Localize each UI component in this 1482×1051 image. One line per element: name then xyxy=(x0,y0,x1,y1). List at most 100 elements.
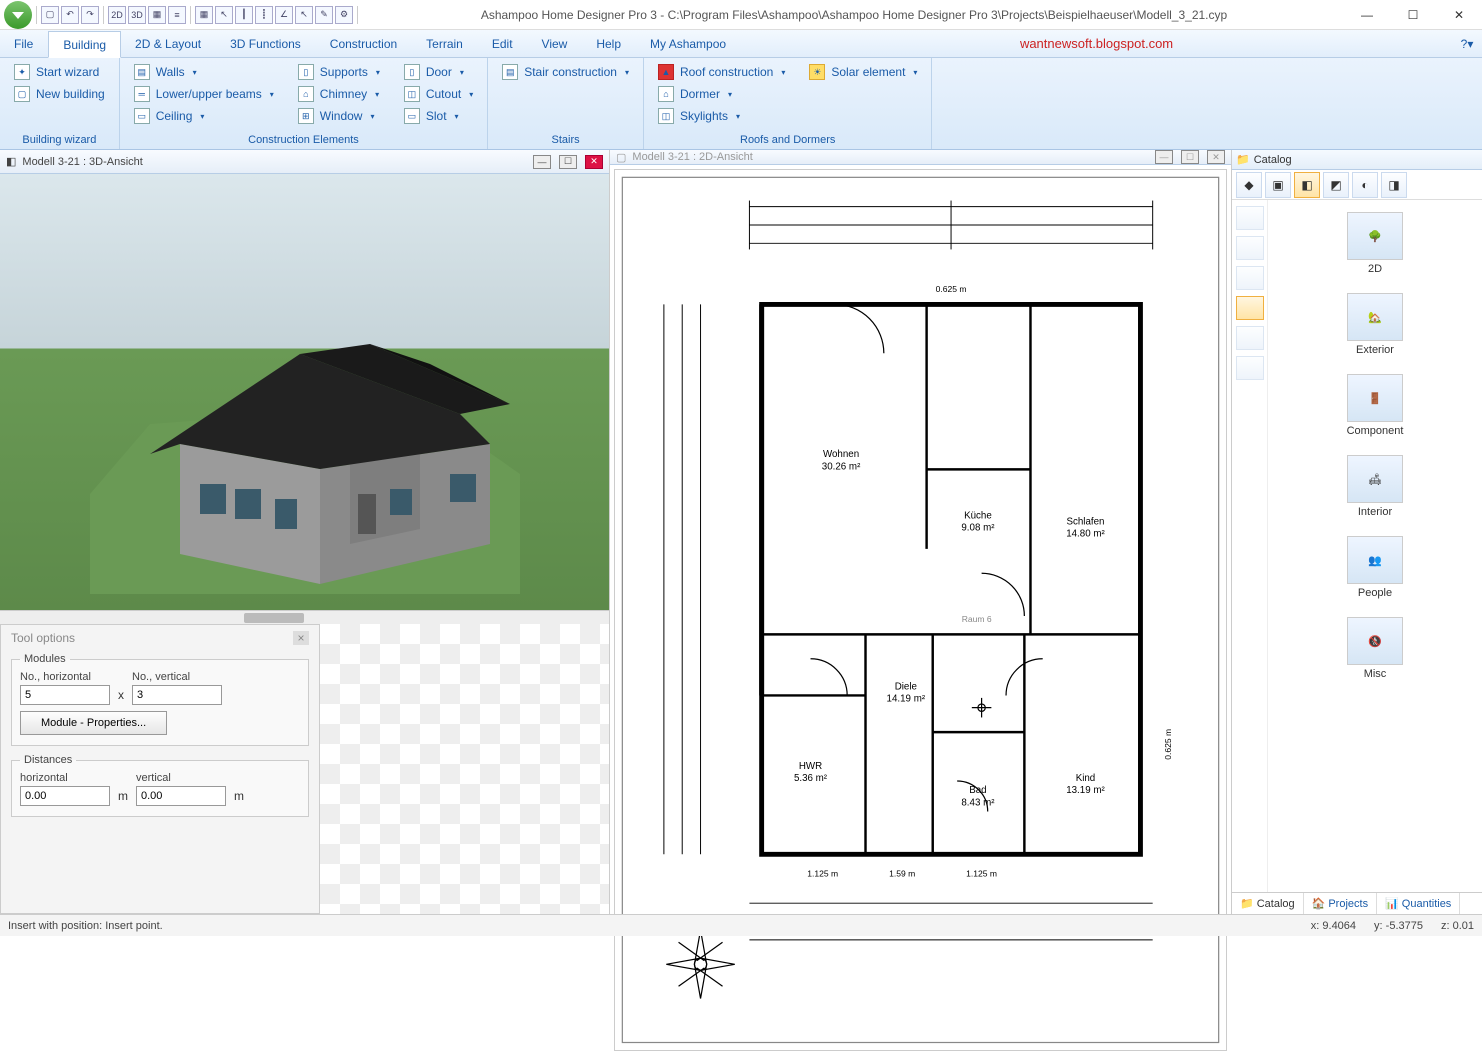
svg-text:1.59 m: 1.59 m xyxy=(889,868,915,878)
catalog-item-2d[interactable]: 🌳2D xyxy=(1347,212,1403,275)
status-bar: Insert with position: Insert point. x: 9… xyxy=(0,914,1482,936)
svg-text:8.43 m²: 8.43 m² xyxy=(961,797,995,808)
tool-options-area: Tool options × Modules No., horizontal x… xyxy=(0,624,609,914)
solar-element-button[interactable]: ☀Solar element▾ xyxy=(805,62,921,82)
close-button[interactable]: ✕ xyxy=(1436,0,1482,30)
tab-file[interactable]: File xyxy=(0,30,48,57)
new-icon[interactable]: ▢ xyxy=(41,6,59,24)
undo-icon[interactable]: ↶ xyxy=(61,6,79,24)
maximize-button[interactable]: ☐ xyxy=(1390,0,1436,30)
roof-construction-button[interactable]: ▲Roof construction▾ xyxy=(654,62,789,82)
chimney-button[interactable]: ⌂Chimney▾ xyxy=(294,84,384,104)
window-button[interactable]: ⊞Window▾ xyxy=(294,106,384,126)
tab-terrain[interactable]: Terrain xyxy=(412,30,478,57)
ruler2-icon[interactable]: ┋ xyxy=(255,6,273,24)
view-3d-canvas[interactable] xyxy=(0,174,609,610)
horizontal-label: horizontal xyxy=(20,772,128,784)
angle-icon[interactable]: ∠ xyxy=(275,6,293,24)
window-title: Ashampoo Home Designer Pro 3 - C:\Progra… xyxy=(364,8,1344,22)
catalog-cat-3[interactable] xyxy=(1236,266,1264,290)
module-properties-button[interactable]: Module - Properties... xyxy=(20,711,167,735)
catalog-cat-1[interactable] xyxy=(1236,206,1264,230)
app-menu-button[interactable] xyxy=(4,1,32,29)
ribbon-group-stairs: ▤Stair construction▾ Stairs xyxy=(488,58,644,149)
start-wizard-button[interactable]: ✦Start wizard xyxy=(10,62,109,82)
catalog-tool-5[interactable]: ◐ xyxy=(1352,172,1378,198)
tab-help[interactable]: Help xyxy=(582,30,636,57)
view-3d-icon[interactable]: 3D xyxy=(128,6,146,24)
help-icon[interactable]: ?▾ xyxy=(1452,30,1482,57)
snap-icon[interactable]: ▦ xyxy=(195,6,213,24)
catalog-body: 🌳2D 🏡Exterior 🚪Component 🛋Interior 👥Peop… xyxy=(1232,200,1482,892)
supports-button[interactable]: ▯Supports▾ xyxy=(294,62,384,82)
catalog-cat-6[interactable] xyxy=(1236,356,1264,380)
catalog-tool-2[interactable]: ▣ xyxy=(1265,172,1291,198)
tool-options-close-button[interactable]: × xyxy=(293,631,309,645)
new-building-button[interactable]: ▢New building xyxy=(10,84,109,104)
no-vertical-input[interactable] xyxy=(132,685,222,705)
catalog-tool-4[interactable]: ◩ xyxy=(1323,172,1349,198)
pointer2-icon[interactable]: ↖ xyxy=(295,6,313,24)
catalog-item-exterior[interactable]: 🏡Exterior xyxy=(1347,293,1403,356)
ceiling-button[interactable]: ▭Ceiling▾ xyxy=(130,106,278,126)
catalog-tool-6[interactable]: ◨ xyxy=(1381,172,1407,198)
tab-3d-functions[interactable]: 3D Functions xyxy=(216,30,316,57)
status-y: y: -5.3775 xyxy=(1374,920,1423,932)
catalog-item-misc[interactable]: 🚷Misc xyxy=(1347,617,1403,680)
catalog-tab-projects[interactable]: 🏠Projects xyxy=(1304,893,1377,914)
catalog-cat-5[interactable] xyxy=(1236,326,1264,350)
redo-icon[interactable]: ↷ xyxy=(81,6,99,24)
child-minimize-button[interactable]: — xyxy=(1155,150,1173,164)
cutout-button[interactable]: ◫Cutout▾ xyxy=(400,84,477,104)
svg-text:13.19 m²: 13.19 m² xyxy=(1066,785,1105,796)
catalog-item-people[interactable]: 👥People xyxy=(1347,536,1403,599)
ribbon-group-roofs-dormers: ▲Roof construction▾ ⌂Dormer▾ ◫Skylights▾… xyxy=(644,58,932,149)
tab-view[interactable]: View xyxy=(528,30,583,57)
settings-icon[interactable]: ⚙ xyxy=(335,6,353,24)
child-maximize-button[interactable]: ☐ xyxy=(1181,150,1199,164)
catalog-item-component[interactable]: 🚪Component xyxy=(1347,374,1404,437)
catalog-tab-quantities[interactable]: 📊Quantities xyxy=(1377,893,1460,914)
child-close-button[interactable]: ✕ xyxy=(1207,150,1225,164)
tab-my-ashampoo[interactable]: My Ashampoo xyxy=(636,30,741,57)
tab-2d-layout[interactable]: 2D & Layout xyxy=(121,30,216,57)
grid-icon[interactable]: ▦ xyxy=(148,6,166,24)
dormer-button[interactable]: ⌂Dormer▾ xyxy=(654,84,789,104)
catalog-tab-catalog[interactable]: 📁Catalog xyxy=(1232,893,1304,914)
tab-construction[interactable]: Construction xyxy=(316,30,412,57)
catalog-item-interior[interactable]: 🛋Interior xyxy=(1347,455,1403,518)
horizontal-scrollbar[interactable] xyxy=(0,610,609,624)
ribbon-group-construction-elements: ▤Walls▾ ═Lower/upper beams▾ ▭Ceiling▾ ▯S… xyxy=(120,58,489,149)
view-3d-icon: ◧ xyxy=(6,155,16,168)
child-maximize-button[interactable]: ☐ xyxy=(559,155,577,169)
modules-fieldset: Modules No., horizontal x No., vertical … xyxy=(11,653,309,746)
horizontal-input[interactable] xyxy=(20,786,110,806)
paint-icon[interactable]: ✎ xyxy=(315,6,333,24)
svg-text:1.125 m: 1.125 m xyxy=(966,868,997,878)
view-2d-icon[interactable]: 2D xyxy=(108,6,126,24)
tab-edit[interactable]: Edit xyxy=(478,30,528,57)
catalog-cat-2[interactable] xyxy=(1236,236,1264,260)
door-button[interactable]: ▯Door▾ xyxy=(400,62,477,82)
skylights-button[interactable]: ◫Skylights▾ xyxy=(654,106,789,126)
walls-button[interactable]: ▤Walls▾ xyxy=(130,62,278,82)
child-minimize-button[interactable]: — xyxy=(533,155,551,169)
house-3d xyxy=(90,294,520,594)
pointer-icon[interactable]: ↖ xyxy=(215,6,233,24)
ruler-icon[interactable]: ┃ xyxy=(235,6,253,24)
catalog-cat-4[interactable] xyxy=(1236,296,1264,320)
child-close-button[interactable]: ✕ xyxy=(585,155,603,169)
modules-legend: Modules xyxy=(20,653,70,665)
catalog-tool-1[interactable]: ◆ xyxy=(1236,172,1262,198)
beams-button[interactable]: ═Lower/upper beams▾ xyxy=(130,84,278,104)
vertical-input[interactable] xyxy=(136,786,226,806)
slot-button[interactable]: ▭Slot▾ xyxy=(400,106,477,126)
catalog-tool-3[interactable]: ◧ xyxy=(1294,172,1320,198)
no-horizontal-input[interactable] xyxy=(20,685,110,705)
tab-building[interactable]: Building xyxy=(48,31,121,58)
svg-text:Wohnen: Wohnen xyxy=(823,449,859,460)
stair-construction-button[interactable]: ▤Stair construction▾ xyxy=(498,62,633,82)
list-icon[interactable]: ≡ xyxy=(168,6,186,24)
slot-icon: ▭ xyxy=(404,108,420,124)
minimize-button[interactable]: — xyxy=(1344,0,1390,30)
